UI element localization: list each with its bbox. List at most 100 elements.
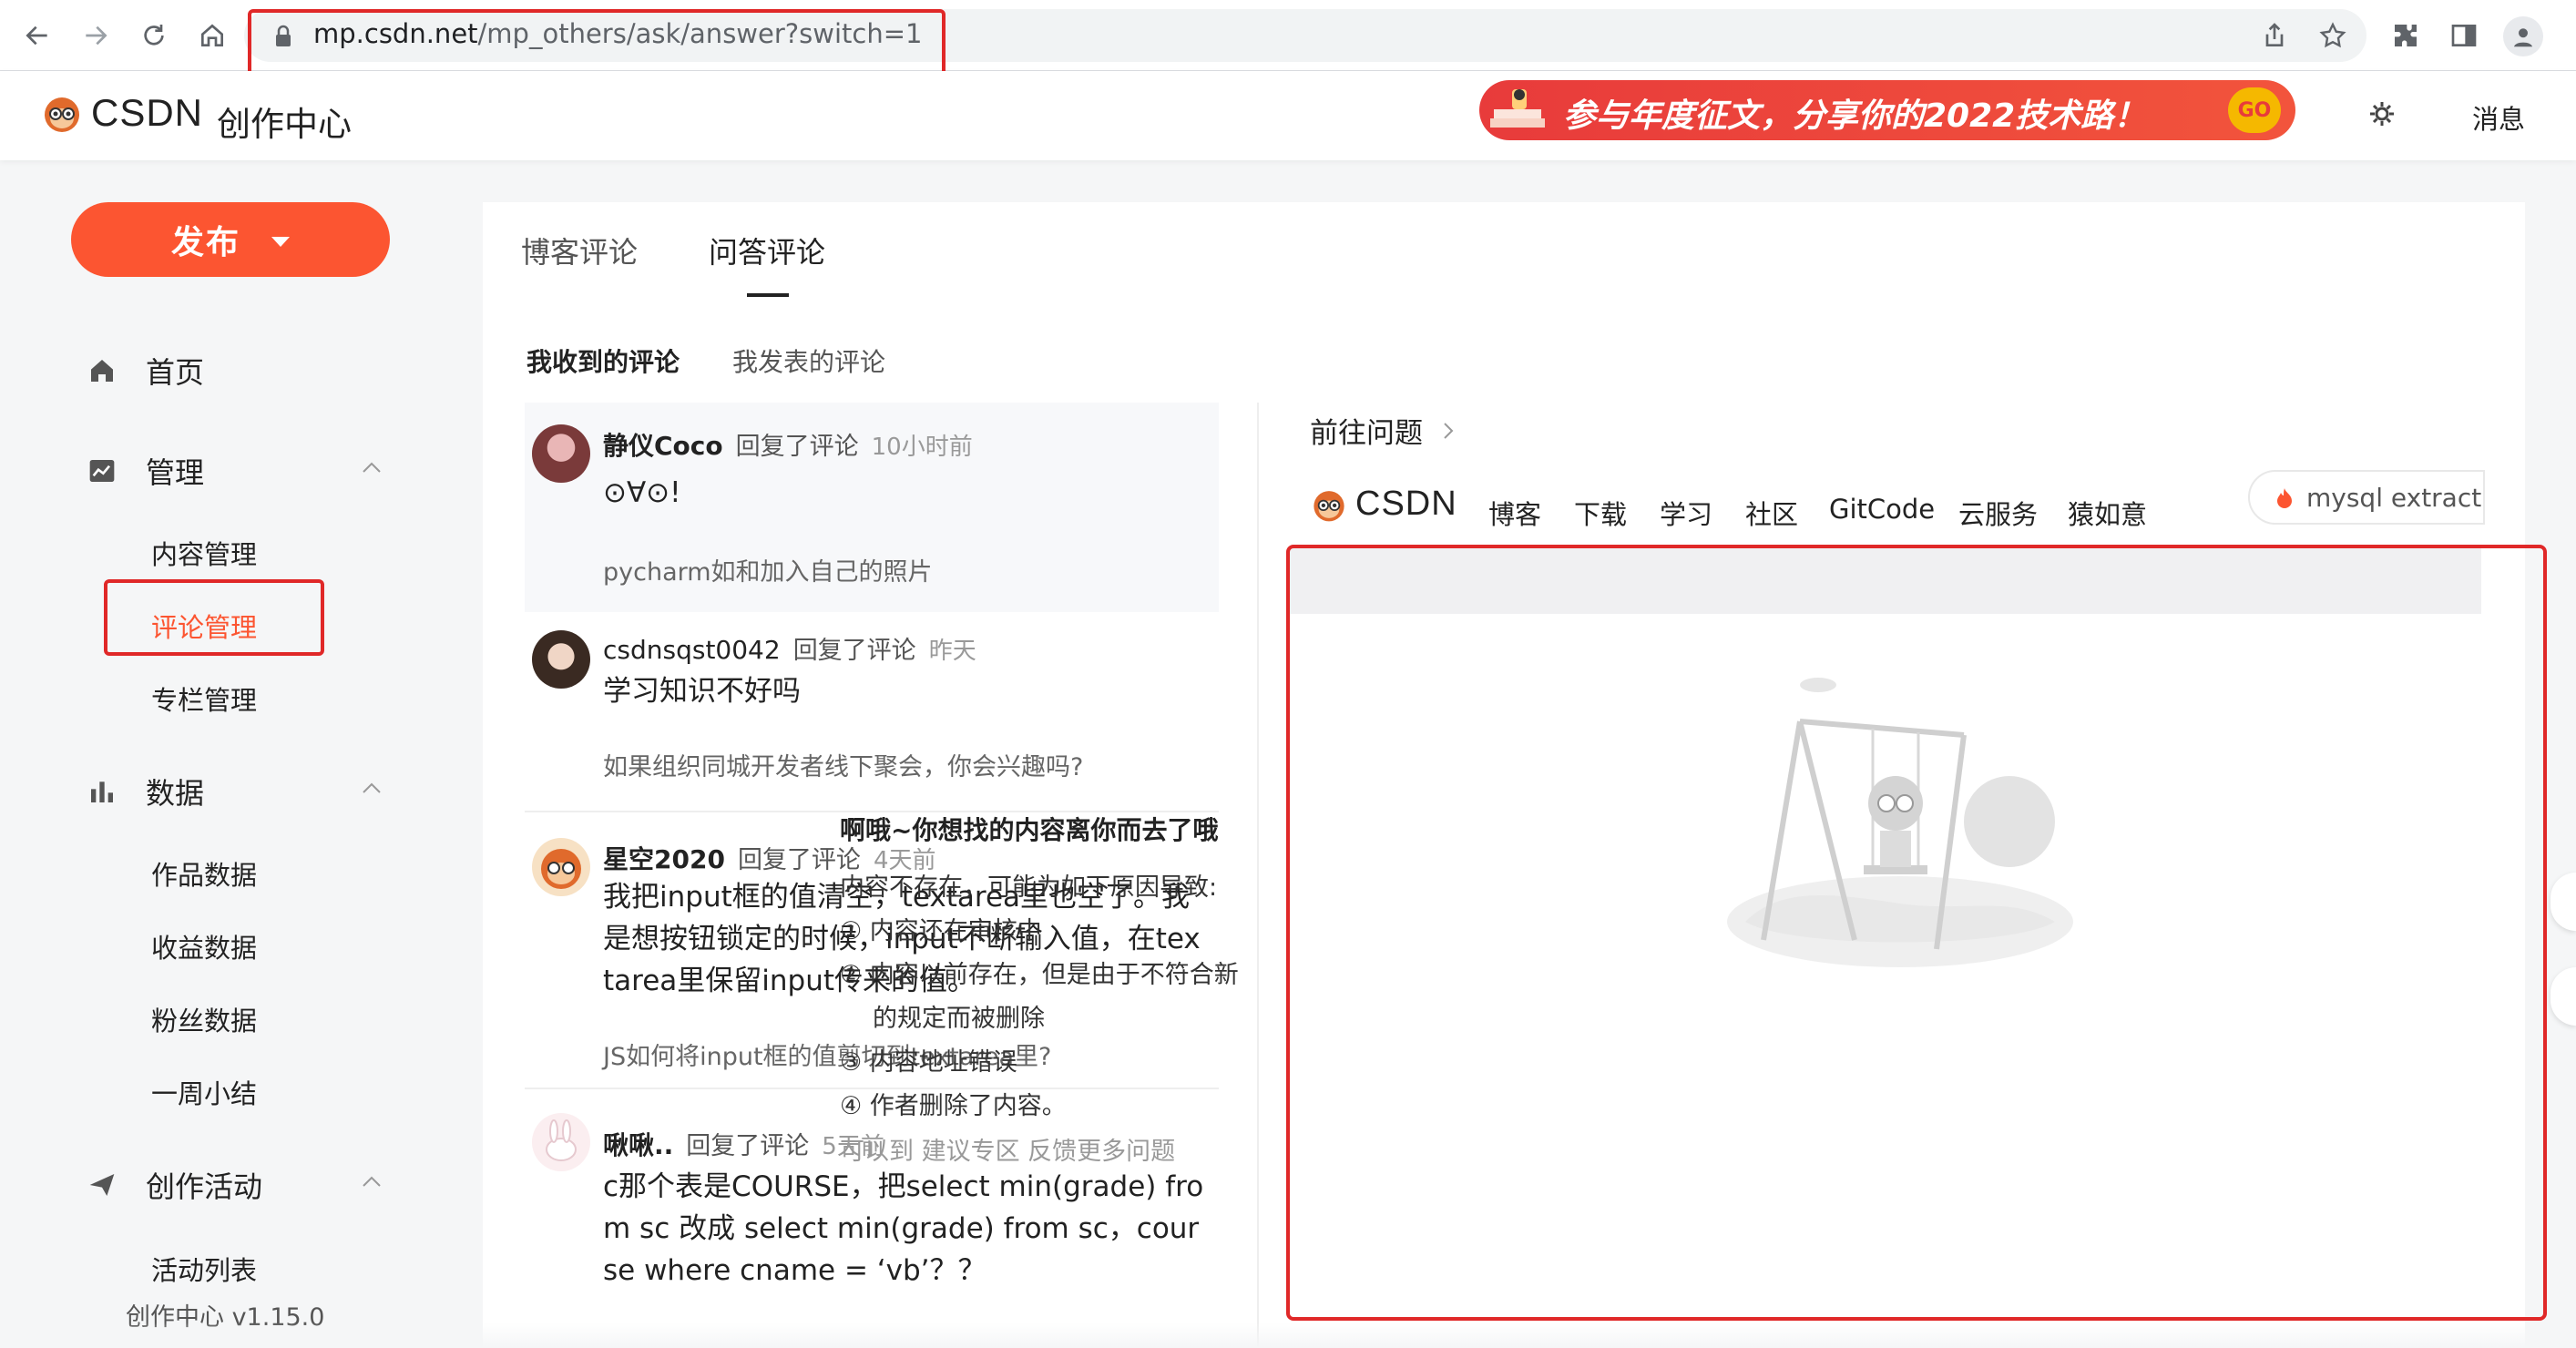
comment-user[interactable]: 静仪Coco: [603, 426, 723, 463]
preview-csdn-logo[interactable]: CSDN: [1310, 485, 1457, 524]
sidebar-section-activity[interactable]: 创作活动: [87, 1164, 262, 1206]
nav-community[interactable]: 社区: [1745, 494, 1798, 532]
banner-go-button[interactable]: GO: [2228, 87, 2281, 133]
nav-gitcode[interactable]: GitCode: [1829, 494, 1935, 525]
publish-button[interactable]: 发布: [71, 202, 390, 277]
sidebar: 发布 首页 管理 内容管理 评论管理 专栏管理 数据 作品数据 收益数据 粉丝数…: [0, 160, 455, 1348]
sidebar-data-label: 数据: [146, 776, 205, 811]
qr-code-float-icon[interactable]: [2550, 873, 2576, 931]
sidebar-item-works-data[interactable]: 作品数据: [151, 854, 257, 893]
sidebar-activity-label: 创作活动: [146, 1169, 263, 1204]
send-icon: [89, 1174, 115, 1196]
not-found-title: 啊哦~你想找的内容离你而去了哦: [840, 815, 1219, 845]
comment-header: csdnsqst0042 回复了评论 昨天: [603, 630, 976, 666]
monkey-logo-icon: [45, 97, 79, 132]
active-tab-indicator: [747, 293, 789, 297]
side-panel-icon[interactable]: [2447, 18, 2481, 53]
comment-action: 回复了评论: [792, 637, 916, 665]
reason-item: ③ 内容地址错误: [840, 1048, 1017, 1077]
comment-question-link[interactable]: 如果组织同城开发者线下聚会，你会兴趣吗?: [603, 747, 1083, 782]
comment-time: 昨天: [928, 638, 976, 665]
preview-search-input[interactable]: mysql extract: [2248, 470, 2485, 525]
tab-qa-comments[interactable]: 问答评论: [709, 230, 825, 271]
logo-text: CSDN: [1355, 485, 1457, 523]
chart-line-icon: [89, 460, 115, 482]
comment-item[interactable]: csdnsqst0042 回复了评论 昨天 学习知识不好吗 如果组织同城开发者线…: [525, 630, 1219, 840]
settings-gear-icon[interactable]: [2366, 98, 2397, 129]
logo-text: CSDN: [91, 91, 204, 134]
bottom-fade: [0, 1322, 2576, 1348]
comment-user[interactable]: 星空2020: [603, 840, 725, 876]
go-to-question-label: 前往问题: [1310, 417, 1423, 450]
avatar[interactable]: [532, 630, 590, 689]
comment-item[interactable]: 静仪Coco 回复了评论 10小时前 ⊙∀⊙! pycharm如和加入自己的照片: [525, 403, 1219, 612]
sidebar-item-column-manage[interactable]: 专栏管理: [151, 679, 257, 718]
avatar[interactable]: [532, 1113, 590, 1171]
nav-blog[interactable]: 博客: [1488, 494, 1541, 532]
chevron-up-icon[interactable]: [361, 781, 383, 794]
comment-question-link[interactable]: pycharm如和加入自己的照片: [603, 552, 933, 587]
nav-download[interactable]: 下载: [1574, 494, 1627, 532]
chevron-up-icon[interactable]: [361, 1175, 383, 1188]
sidebar-item-activity-list[interactable]: 活动列表: [151, 1250, 257, 1288]
fire-icon: [2277, 488, 2292, 508]
preview-csdn-nav: CSDN 博客 下载 学习 社区 GitCode 云服务 猿如意 mysql e…: [1310, 466, 2525, 548]
subtab-posted[interactable]: 我发表的评论: [732, 342, 885, 379]
comment-manage-highlight-frame: [104, 579, 324, 656]
feedback-hint[interactable]: 可以到 建议专区 反馈更多问题: [840, 1131, 1175, 1167]
banner-text: 参与年度征文，分享你的2022技术路！: [1563, 97, 2147, 135]
comment-user[interactable]: 啾啾..: [603, 1126, 673, 1162]
annual-essay-banner[interactable]: 参与年度征文，分享你的2022技术路！ GO: [1479, 80, 2295, 140]
messages-link[interactable]: 消息: [2472, 98, 2525, 137]
reasons-title: 内容不存在，可能为如下原因导致:: [840, 873, 1218, 902]
home-icon: [91, 360, 113, 382]
avatar[interactable]: [532, 424, 590, 483]
back-icon[interactable]: [18, 16, 56, 55]
preview-highlight-frame: [1286, 545, 2547, 1321]
search-text: mysql extract: [2306, 482, 2482, 513]
csdn-logo[interactable]: CSDN: [40, 91, 203, 135]
comment-user[interactable]: csdnsqst0042: [603, 635, 781, 665]
sidebar-manage-label: 管理: [146, 455, 205, 490]
chevron-up-icon[interactable]: [361, 461, 383, 474]
caret-down-icon: [271, 236, 290, 247]
headset-float-icon[interactable]: [2550, 967, 2576, 1026]
subtab-received[interactable]: 我收到的评论: [526, 342, 680, 379]
reason-item: ② 内容以前存在，但是由于不符合新: [840, 961, 1239, 989]
browser-toolbar: mp.csdn.net/mp_others/ask/answer?switch=…: [0, 0, 2576, 80]
tab-blog-comments[interactable]: 博客评论: [521, 230, 638, 271]
comment-action: 回复了评论: [735, 433, 859, 461]
sidebar-section-manage[interactable]: 管理: [87, 450, 204, 492]
profile-icon[interactable]: [2503, 16, 2543, 56]
url-highlight-frame: [248, 9, 946, 80]
extensions-icon[interactable]: [2388, 18, 2423, 53]
nav-learn[interactable]: 学习: [1660, 494, 1712, 532]
home-icon[interactable]: [193, 16, 231, 55]
go-to-question-link[interactable]: 前往问题: [1310, 410, 1457, 451]
books-illustration-icon: [1490, 89, 1545, 128]
reason-item: 的规定而被删除: [873, 1005, 1045, 1033]
comment-header: 静仪Coco 回复了评论 10小时前: [603, 426, 973, 463]
nav-yuanruyi[interactable]: 猿如意: [2068, 494, 2147, 532]
site-header: CSDN 创作中心 参与年度征文，分享你的2022技术路！ GO 消息: [0, 71, 2576, 160]
sidebar-item-content-manage[interactable]: 内容管理: [151, 534, 257, 572]
forward-icon[interactable]: [77, 16, 115, 55]
comment-time: 10小时前: [871, 434, 973, 461]
reason-item: ① 内容还在审核中: [840, 917, 1042, 945]
avatar[interactable]: [532, 838, 590, 896]
sidebar-item-income-data[interactable]: 收益数据: [151, 927, 257, 965]
comment-body: 学习知识不好吗: [603, 675, 801, 708]
sidebar-item-fans-data[interactable]: 粉丝数据: [151, 1000, 257, 1038]
sidebar-item-weekly-summary[interactable]: 一周小结: [151, 1073, 257, 1111]
bar-chart-icon: [91, 781, 113, 802]
comment-body: c那个表是COURSE，把select min(grade) from sc 改…: [603, 1170, 1204, 1287]
chevron-right-icon: [1444, 422, 1454, 439]
nav-cloud[interactable]: 云服务: [1958, 494, 2038, 532]
sidebar-section-data[interactable]: 数据: [87, 771, 204, 812]
comment-action: 回复了评论: [686, 1132, 810, 1160]
bookmark-star-icon[interactable]: [2315, 18, 2350, 53]
sidebar-home-label: 首页: [146, 355, 205, 390]
reload-icon[interactable]: [135, 16, 173, 55]
share-icon[interactable]: [2257, 18, 2292, 53]
sidebar-item-home[interactable]: 首页: [87, 350, 204, 392]
